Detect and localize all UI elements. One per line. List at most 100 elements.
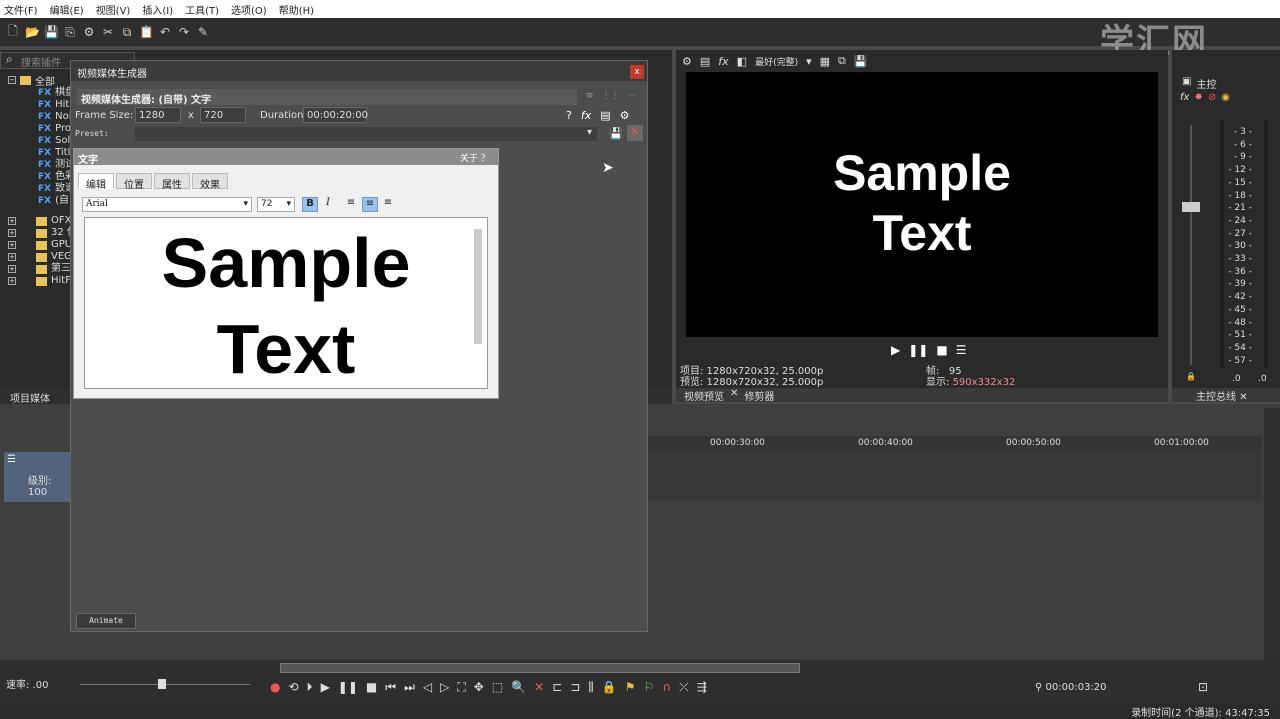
record-icon[interactable]: ● [270,680,280,695]
trim-start-icon[interactable]: ⊏ [552,680,562,695]
italic-button[interactable]: I [321,197,335,212]
preset-manager-icon[interactable]: ▤ [600,109,610,122]
fx-icon[interactable]: fx [1180,92,1189,103]
settings-icon[interactable]: ✸ [1194,92,1202,103]
align-center-icon[interactable]: ≡ [362,197,378,212]
compact-view-icon[interactable]: ⋮⋮ [602,91,620,101]
collapse-icon[interactable]: − [8,76,16,84]
text-editor-area[interactable]: Sample Text [84,217,488,389]
menu-help[interactable]: 帮助(H) [279,2,314,17]
volume-fader[interactable] [1182,202,1200,212]
timeline-horizontal-scrollbar[interactable] [280,663,800,673]
zoom-tool-icon[interactable]: 🔍 [511,680,526,695]
tree-root[interactable]: − 全部 [8,74,55,88]
project-properties-icon[interactable]: ▤ [700,55,710,68]
menu-icon[interactable]: ☰ [956,343,967,357]
expand-icon[interactable]: + [8,265,16,273]
pause-icon[interactable]: ❚❚ [908,343,928,357]
trim-end-icon[interactable]: ⊐ [570,680,580,695]
gear-icon[interactable]: ⚙ [620,109,630,122]
preset-select[interactable] [135,127,597,141]
menu-tools[interactable]: 工具(T) [185,2,219,17]
expand-icon[interactable]: + [8,241,16,249]
lock-icon[interactable]: 🔒 [1186,372,1196,381]
properties-icon[interactable]: ✎ [196,25,210,39]
region-icon[interactable]: ⚐ [644,680,655,695]
loop-icon[interactable]: ⟲ [288,680,298,695]
prev-frame-icon[interactable]: ◁ [423,680,432,695]
chevron-down-icon[interactable]: ▾ [587,127,592,138]
play-from-start-icon[interactable]: ⏵ [307,680,313,695]
open-folder-icon[interactable]: 📂 [25,25,40,39]
align-right-icon[interactable]: ≡ [381,197,395,212]
help-icon[interactable]: ? [566,109,572,122]
mute-icon[interactable]: ⊘ [1208,92,1216,103]
loop-region-icon[interactable]: ⊡ [1198,680,1208,694]
gear-icon[interactable]: ⚙ [682,55,692,68]
frame-height-input[interactable]: 720 [200,107,246,123]
menu-options[interactable]: 选项(O) [231,2,267,17]
timeline-ruler[interactable]: 00:00:30:00 00:00:40:00 00:00:50:00 00:0… [648,436,1262,452]
tab-trimmer[interactable]: 修剪器 [744,388,774,403]
animate-button[interactable]: Animate [76,613,136,629]
tab-video-preview[interactable]: 视频预览 [684,388,724,403]
delete-preset-icon[interactable]: ✕ [627,125,643,141]
chevron-down-icon[interactable]: ▾ [806,55,812,68]
play-icon[interactable]: ▶ [891,343,900,357]
track-header[interactable]: 级别: 100 ☰ [4,452,70,502]
close-icon[interactable]: ✕ [1239,392,1247,403]
gear-icon[interactable]: ⚙ [82,25,96,39]
go-to-end-icon[interactable]: ⏭ [404,680,415,695]
split-screen-icon[interactable]: ◧ [737,55,747,68]
expand-icon[interactable]: + [8,253,16,261]
go-to-start-icon[interactable]: ⏮ [385,680,396,695]
grid-icon[interactable]: ▦ [820,55,830,68]
menu-edit[interactable]: 编辑(E) [50,2,84,17]
font-size-select[interactable]: 72 ▾ [257,197,295,212]
preview-quality-select[interactable]: 最好(完整) [755,55,798,68]
selection-tool-icon[interactable]: ⬚ [492,680,503,695]
tab-master-bus[interactable]: 主控总线 ✕ [1172,388,1280,403]
save-icon[interactable]: 💾 [44,25,59,39]
font-select[interactable]: Arial ▾ [82,197,252,212]
expand-icon[interactable]: + [8,229,16,237]
bold-button[interactable]: B [302,197,318,212]
about-button[interactable]: 关于 ？ [460,151,490,164]
undo-icon[interactable]: ↶ [158,25,172,39]
close-button[interactable]: x [630,65,644,79]
render-icon[interactable]: ⎘ [63,25,77,40]
ripple-icon[interactable]: ⇶ [697,680,707,695]
track-menu-icon[interactable]: ☰ [7,454,16,465]
envelope-tool-icon[interactable]: ✥ [474,680,484,695]
fx-icon[interactable]: fx [581,109,591,122]
delete-icon[interactable]: ✕ [534,680,544,695]
expand-icon[interactable]: + [8,217,16,225]
pause-icon[interactable]: ❚❚ [338,680,358,695]
split-icon[interactable]: ⫼ [588,680,594,695]
tab-effects[interactable]: 效果 [192,173,228,191]
play-icon[interactable]: ▶ [321,680,330,695]
tab-edit[interactable]: 编辑 [78,173,114,191]
save-preset-icon[interactable]: 💾 [609,127,623,140]
auto-crossfade-icon[interactable]: ⤫ [679,680,689,695]
stop-icon[interactable]: ■ [936,343,947,357]
stop-icon[interactable]: ■ [366,680,377,695]
lock-icon[interactable]: 🔒 [602,680,617,695]
solo-icon[interactable]: ◉ [1221,92,1230,103]
redo-icon[interactable]: ↷ [177,25,191,39]
close-icon[interactable]: ✕ [730,388,738,402]
paste-icon[interactable]: 📋 [139,25,154,39]
next-frame-icon[interactable]: ▷ [440,680,449,695]
video-track[interactable] [648,452,1262,500]
menu-view[interactable]: 视图(V) [96,2,131,17]
edit-tool-icon[interactable]: ⛶ [457,680,465,695]
rate-slider-handle[interactable] [158,679,166,689]
tab-properties[interactable]: 属性 [154,173,190,191]
list-view-icon[interactable]: ≡ [586,91,594,101]
tab-position[interactable]: 位置 [116,173,152,191]
menu-insert[interactable]: 插入(I) [142,2,173,17]
menu-file[interactable]: 文件(F) [4,2,38,17]
copy-icon[interactable]: ⧉ [120,25,134,40]
save-snapshot-icon[interactable]: 💾 [854,55,868,68]
frame-width-input[interactable]: 1280 [135,107,181,123]
